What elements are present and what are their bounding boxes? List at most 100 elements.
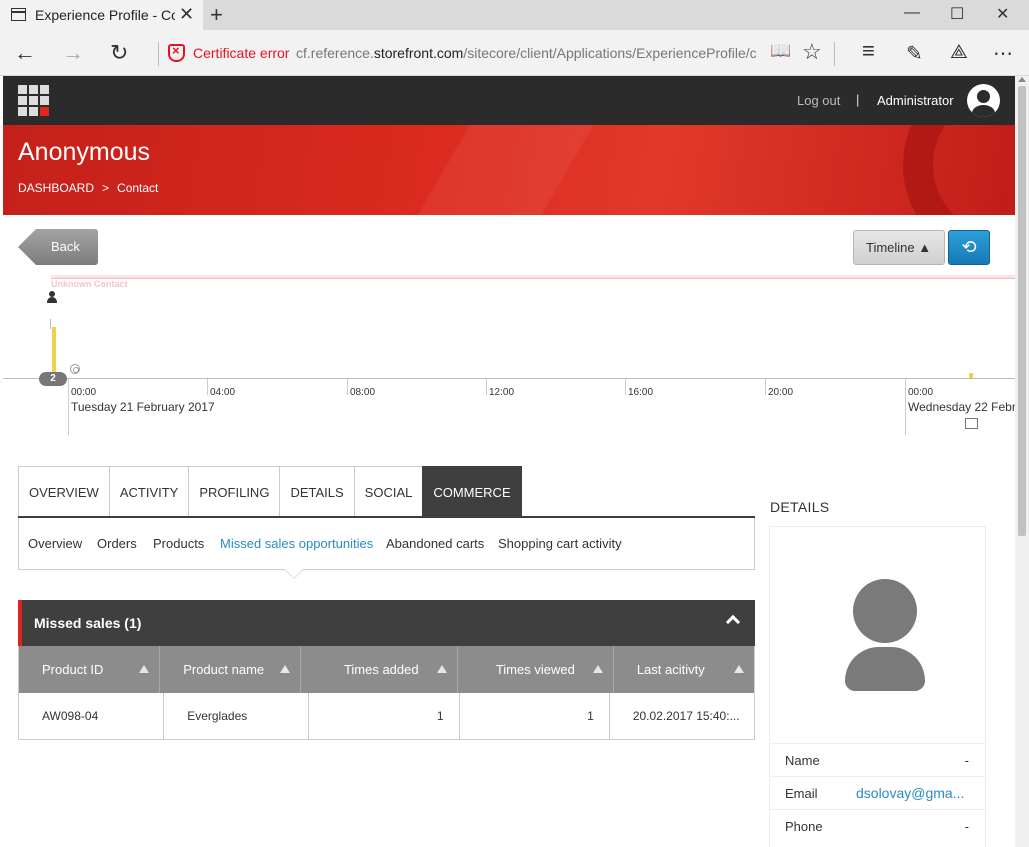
launchpad-grid-icon[interactable] <box>18 85 50 117</box>
page-scrollbar[interactable] <box>1015 76 1029 847</box>
timeline-toggle-button[interactable]: Timeline ▲ <box>853 230 945 265</box>
new-tab-button[interactable]: + <box>210 2 223 28</box>
missed-sales-header[interactable]: Missed sales (1) <box>18 600 755 646</box>
sort-ascending-icon[interactable] <box>280 665 291 673</box>
breadcrumb-dashboard[interactable]: DASHBOARD <box>18 181 94 195</box>
maximize-button[interactable]: ☐ <box>950 4 964 24</box>
detail-value: - <box>964 753 969 768</box>
tab-activity[interactable]: ACTIVITY <box>108 466 189 517</box>
tab-social[interactable]: SOCIAL <box>353 466 423 517</box>
calendar-icon[interactable] <box>965 418 978 429</box>
day-label: Tuesday 21 February 2017 <box>71 400 215 414</box>
user-name[interactable]: Administrator <box>877 93 954 108</box>
url-field[interactable]: cf.reference.storefront.com/sitecore/cli… <box>296 45 756 61</box>
cell-product-name: Everglades <box>164 693 310 739</box>
column-times-added[interactable]: Times added <box>301 646 458 693</box>
timeline-tick-label: 00:00 <box>71 387 97 398</box>
table-header: Product ID Product name Times added Time… <box>19 646 754 693</box>
subtab-products[interactable]: Products <box>153 536 204 551</box>
timeline-tick-label: 00:00 <box>908 387 934 398</box>
sort-ascending-icon[interactable] <box>734 665 745 673</box>
column-label: Times viewed <box>495 662 575 677</box>
logout-link[interactable]: Log out <box>797 93 840 108</box>
day-separator <box>68 379 69 435</box>
user-avatar-icon[interactable] <box>967 84 1000 117</box>
details-card: Name - Email dsolovay@gma... Phone - <box>770 527 985 847</box>
email-link[interactable]: dsolovay@gma... <box>856 785 969 801</box>
forward-arrow-icon[interactable]: → <box>62 40 84 66</box>
timeline-tick-label: 04:00 <box>210 387 236 398</box>
timeline-tick <box>625 379 626 395</box>
timeline-tick-label: 20:00 <box>768 387 794 398</box>
banner-decoration <box>303 125 663 215</box>
scrollbar-thumb[interactable] <box>1018 86 1026 536</box>
share-icon[interactable]: ⟁ <box>950 41 968 64</box>
subtab-orders[interactable]: Orders <box>97 536 137 551</box>
sort-ascending-icon[interactable] <box>436 665 447 673</box>
table-row[interactable]: AW098-04 Everglades 1 1 20.02.2017 15:40… <box>19 693 754 739</box>
subtab-overview[interactable]: Overview <box>28 536 82 551</box>
subtab-missed-sales[interactable]: Missed sales opportunities <box>220 536 373 551</box>
detail-row-email: Email dsolovay@gma... <box>770 776 985 809</box>
back-button[interactable]: Back <box>18 229 98 265</box>
tab-commerce[interactable]: COMMERCE <box>422 466 522 517</box>
sort-ascending-icon[interactable] <box>592 665 603 673</box>
panel-title: Missed sales (1) <box>34 615 142 631</box>
tab-details[interactable]: DETAILS <box>279 466 354 517</box>
url-path: /sitecore/client/Applications/Experience… <box>463 45 756 61</box>
page-banner: Anonymous DASHBOARD > Contact <box>3 125 1015 215</box>
detail-label: Name <box>785 753 820 768</box>
close-tab-icon[interactable]: ✕ <box>179 4 194 25</box>
cell-times-viewed: 1 <box>460 693 610 739</box>
timeline-marker <box>50 319 51 329</box>
contact-avatar-icon <box>845 579 925 691</box>
timeline-tick <box>207 379 208 395</box>
separator <box>834 42 835 66</box>
address-bar: ← → ↻ Certificate error cf.reference.sto… <box>0 30 1029 76</box>
detail-row-name: Name - <box>770 743 985 776</box>
column-last-activity[interactable]: Last acitivty <box>614 646 754 693</box>
app-header: Log out | Administrator <box>3 76 1015 125</box>
column-product-name[interactable]: Product name <box>160 646 302 693</box>
subtab-abandoned-carts[interactable]: Abandoned carts <box>386 536 484 551</box>
timeline-tick-label: 12:00 <box>489 387 515 398</box>
refresh-button[interactable]: ⟲ <box>948 230 990 265</box>
collapse-chevron-icon[interactable] <box>725 614 741 630</box>
subtab-cart-activity[interactable]: Shopping cart activity <box>498 536 622 551</box>
detail-label: Email <box>785 786 818 801</box>
browser-tab[interactable]: Experience Profile - Cor ✕ <box>0 0 203 30</box>
interaction-count-badge[interactable]: 2 <box>39 372 67 386</box>
tab-profiling[interactable]: PROFILING <box>188 466 280 517</box>
timeline-tick-label: 16:00 <box>628 387 654 398</box>
tab-title: Experience Profile - Cor <box>35 7 175 23</box>
favorite-star-icon[interactable]: ☆ <box>802 39 822 65</box>
profile-tabs: OVERVIEW ACTIVITY PROFILING DETAILS SOCI… <box>18 466 522 517</box>
reading-view-icon[interactable]: 📖 <box>770 41 791 61</box>
more-icon[interactable]: ⋯ <box>993 41 1013 66</box>
timeline-chart[interactable]: Unknown Contact 2 00:00 04:00 08:00 12:0… <box>3 275 1023 435</box>
page-icon <box>11 8 26 21</box>
scroll-up-icon[interactable] <box>1018 77 1026 82</box>
back-arrow-icon[interactable]: ← <box>14 40 36 66</box>
timeline-tick-label: 08:00 <box>350 387 376 398</box>
cell-product-id: AW098-04 <box>19 693 165 739</box>
close-window-button[interactable]: ✕ <box>996 4 1009 24</box>
goal-target-icon[interactable] <box>70 364 80 374</box>
detail-row-phone: Phone - <box>770 809 985 842</box>
refresh-icon[interactable]: ↻ <box>110 40 128 66</box>
detail-label: Phone <box>785 819 823 834</box>
timeline-interaction-bar[interactable] <box>52 327 56 374</box>
sort-ascending-icon[interactable] <box>139 665 150 673</box>
column-times-viewed[interactable]: Times viewed <box>458 646 614 693</box>
tab-overview[interactable]: OVERVIEW <box>18 466 109 517</box>
unknown-contact-label: Unknown Contact <box>51 279 128 289</box>
breadcrumb-contact: Contact <box>117 181 159 195</box>
web-note-icon[interactable]: ✎ <box>906 41 923 66</box>
minimize-button[interactable]: — <box>904 4 920 22</box>
day-label: Wednesday 22 Febru <box>908 400 1023 414</box>
hub-icon[interactable]: ≡ <box>862 38 875 64</box>
shield-error-icon[interactable] <box>168 43 185 62</box>
column-product-id[interactable]: Product ID <box>19 646 161 693</box>
day-separator <box>905 379 906 435</box>
certificate-error[interactable]: Certificate error <box>193 45 289 61</box>
